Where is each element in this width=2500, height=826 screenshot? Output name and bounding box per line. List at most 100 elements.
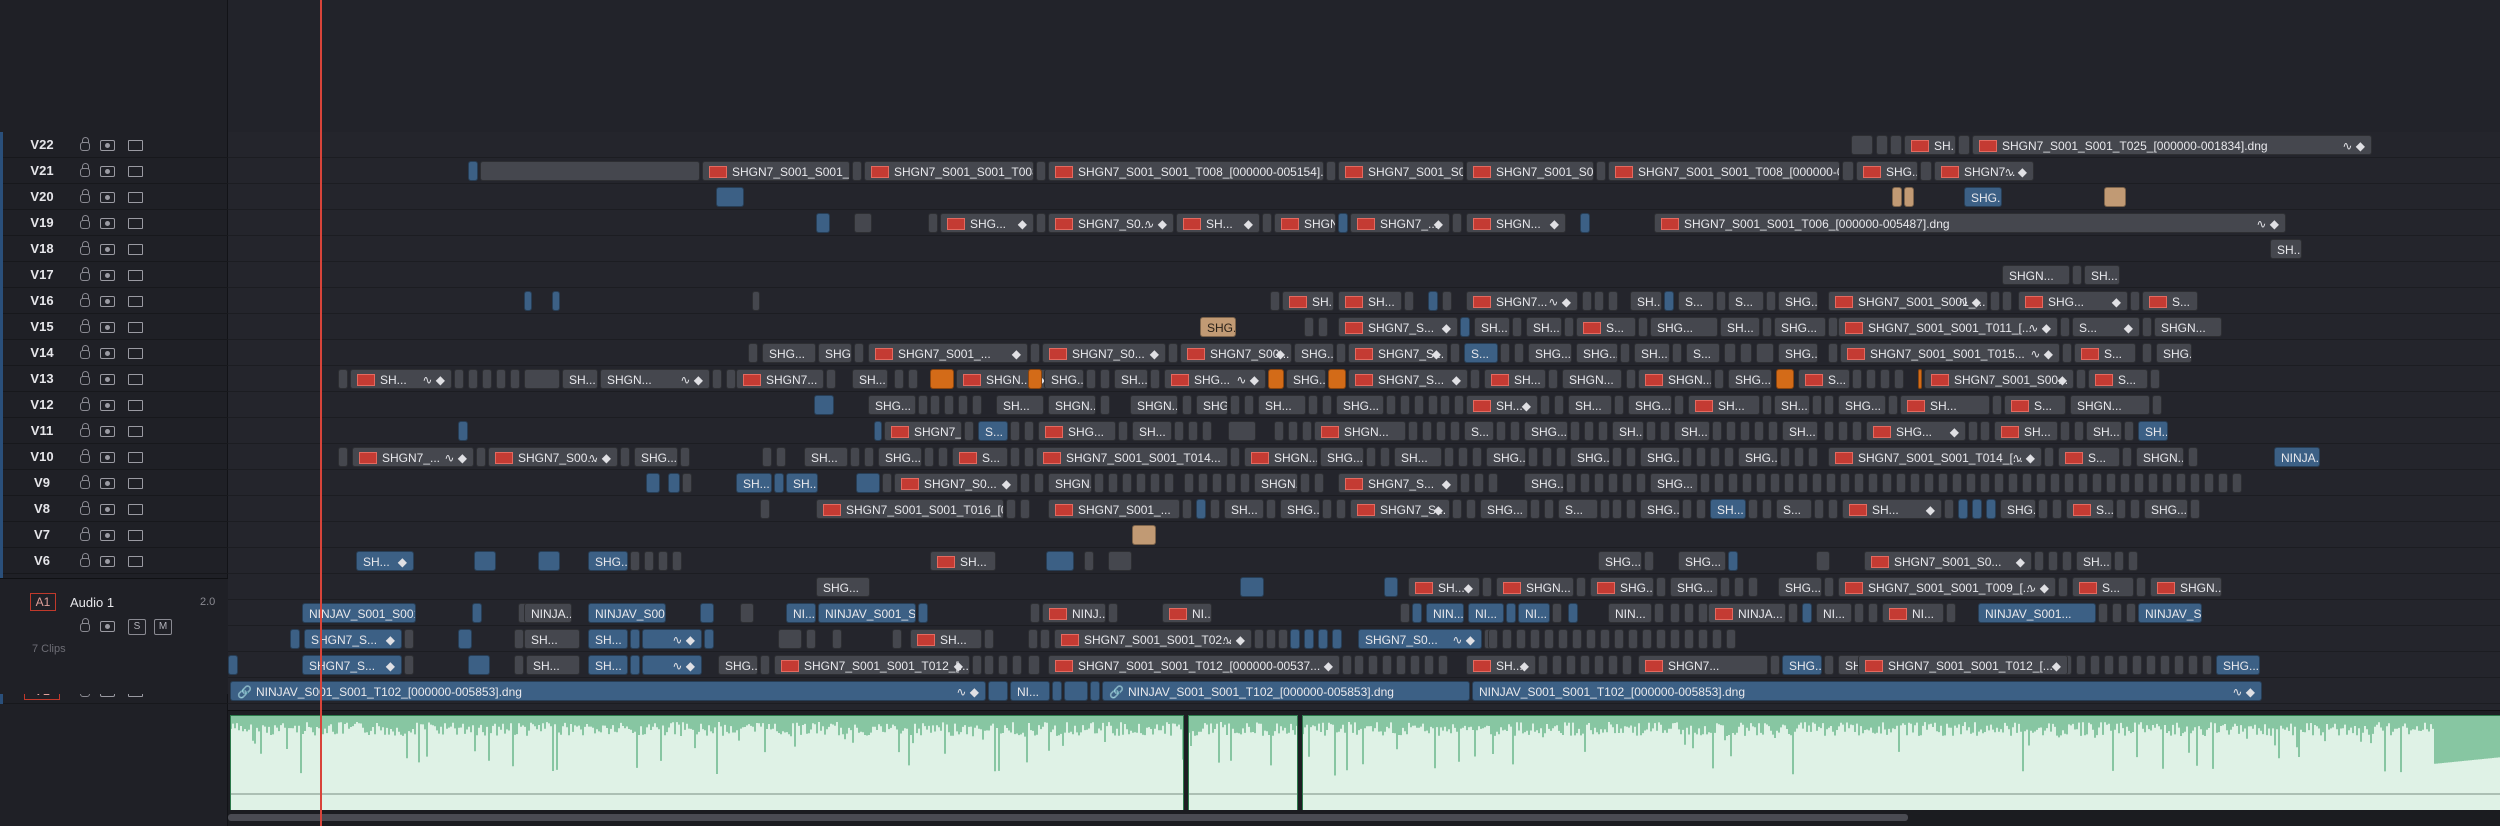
video-clip[interactable] [1502,629,1512,649]
video-clip[interactable]: SH... [1710,499,1746,519]
video-clip[interactable] [2136,577,2146,597]
video-clip[interactable] [928,213,938,233]
video-clip[interactable] [776,447,786,467]
video-clip[interactable]: SHGN7_S... ◆ [1348,369,1468,389]
video-clip[interactable]: SHGN7_S001_... ◆ [868,343,1028,363]
monitor-icon[interactable] [128,244,143,255]
video-clip[interactable]: SH... [1720,317,1760,337]
video-clip[interactable]: SHG... [1782,655,1822,675]
audio-track-badge[interactable]: A1 [30,593,56,611]
video-clip[interactable] [1828,343,1838,363]
video-clip[interactable] [1612,447,1622,467]
video-clip[interactable]: SH... [1674,421,1710,441]
video-clip[interactable]: SHG... [1778,291,1818,311]
video-clip[interactable] [1888,395,1898,415]
video-clip[interactable] [2036,473,2046,493]
eye-icon[interactable] [100,478,115,489]
video-clip[interactable] [1354,655,1364,675]
video-clip[interactable] [832,629,842,649]
video-clip[interactable]: SH... [996,395,1044,415]
video-clip[interactable] [774,473,784,493]
eye-icon[interactable] [100,621,115,632]
video-clip[interactable] [1980,421,1990,441]
eye-icon[interactable] [100,426,115,437]
video-clip[interactable]: SH... [1774,395,1810,415]
video-clip[interactable]: SHG... [1486,447,1526,467]
video-clip[interactable] [1842,161,1854,181]
video-clip[interactable]: SHGN7_S001_S001_T008_[00... [1466,161,1594,181]
video-clip[interactable] [1338,213,1348,233]
video-clip[interactable] [1366,447,1376,467]
video-clip[interactable] [2142,317,2152,337]
video-clip[interactable]: S... ◆ [2072,317,2140,337]
video-clip[interactable] [2062,343,2072,363]
video-clip[interactable] [680,447,690,467]
video-clip[interactable] [1566,473,1576,493]
video-clip[interactable] [1024,447,1034,467]
video-clip[interactable] [854,343,864,363]
video-clip[interactable] [2104,187,2126,207]
video-clip[interactable] [1638,317,1648,337]
video-clip[interactable] [1762,395,1772,415]
video-clip[interactable] [1742,473,1752,493]
monitor-icon[interactable] [128,530,143,541]
video-clip[interactable] [1918,369,1922,389]
video-clip[interactable] [944,395,954,415]
video-clip[interactable] [620,447,630,467]
video-clip[interactable] [2112,603,2122,623]
video-clip[interactable] [2132,655,2142,675]
video-clip[interactable] [1428,291,1438,311]
video-clip[interactable]: SH... [1258,395,1306,415]
video-clip[interactable] [474,551,496,571]
lock-icon[interactable] [80,293,90,307]
video-clip[interactable] [762,447,772,467]
video-clip[interactable] [760,499,770,519]
video-clip[interactable]: SHG... [1670,577,1718,597]
video-clip[interactable] [1566,655,1576,675]
video-clip[interactable] [930,395,940,415]
video-clip[interactable] [2162,473,2172,493]
lock-icon[interactable] [80,618,90,632]
video-clip[interactable] [630,551,640,571]
video-clip[interactable] [672,551,682,571]
video-clip[interactable] [2098,603,2108,623]
solo-button[interactable]: S [128,619,146,635]
video-clip[interactable] [2074,421,2084,441]
track-name[interactable]: V15 [24,319,60,334]
video-clip[interactable] [1500,343,1510,363]
video-clip[interactable]: SHGN7_S001_S001_T008_[000000-005154]... [1608,161,1840,181]
video-clip[interactable] [1608,291,1618,311]
video-clip[interactable] [1184,473,1194,493]
video-clip[interactable] [2202,655,2212,675]
video-clip[interactable]: SH... [2076,551,2112,571]
video-clip[interactable] [1036,161,1046,181]
lock-icon[interactable] [80,241,90,255]
video-clip[interactable] [1851,135,1873,155]
video-clip[interactable]: SHGN7_S001_S001_T012_[000000-00537... ◆ [1048,655,1340,675]
video-clip[interactable] [1270,291,1280,311]
video-clip[interactable]: SH... [1114,369,1148,389]
video-clip[interactable] [1440,395,1450,415]
monitor-icon[interactable] [128,192,143,203]
monitor-icon[interactable] [128,400,143,411]
video-clip[interactable] [646,473,660,493]
video-clip[interactable]: S... [1728,291,1764,311]
video-clip[interactable] [1380,447,1390,467]
video-clip[interactable]: SHGN... [2154,317,2222,337]
video-clip[interactable] [2148,473,2158,493]
video-clip[interactable] [1288,421,1298,441]
video-clip[interactable] [1336,343,1346,363]
video-clip[interactable] [1530,499,1540,519]
video-clip[interactable] [2034,551,2044,571]
video-clip[interactable]: SHGN7_S00... ◆ [1180,343,1292,363]
video-clip[interactable]: S... [2066,499,2114,519]
video-clip[interactable] [2002,291,2012,311]
video-clip[interactable]: SHGN7_S001_S001_T012_[... ◆ [1858,655,2068,675]
video-clip[interactable] [2060,317,2070,337]
video-clip[interactable]: SHG... ∿ ◆ [1164,369,1266,389]
video-clip[interactable] [1544,499,1554,519]
video-clip[interactable] [1090,681,1100,701]
video-clip[interactable] [1762,317,1772,337]
video-clip[interactable] [1118,421,1128,441]
video-clip[interactable]: SHGN7_S0... ∿ ◆ [1048,213,1174,233]
